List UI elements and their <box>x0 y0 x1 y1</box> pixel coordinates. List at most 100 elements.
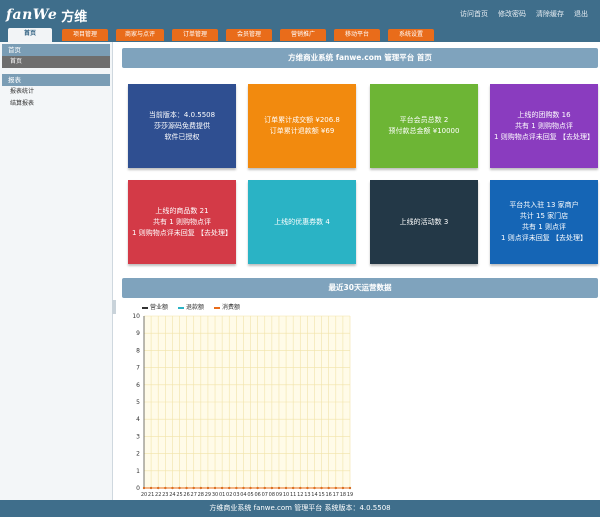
nav-home[interactable]: 首页 <box>8 28 52 42</box>
card-goods-text: 上线的商品数 21 共有 1 则购物点评 1 则购物点评未回复 【去处理】 <box>128 206 236 239</box>
series-point <box>320 486 323 490</box>
sidebar: 首页 首页 报表 报表统计 结算报表 <box>0 42 113 500</box>
sidebar-item-report-stats[interactable]: 报表统计 <box>2 86 110 98</box>
x-tick-label: 07 <box>262 492 268 498</box>
series-point <box>206 486 210 490</box>
x-tick-label: 06 <box>254 492 260 498</box>
y-tick-label: 5 <box>136 399 140 406</box>
sidebar-section-reports[interactable]: 报表 <box>2 74 110 86</box>
series-point <box>341 486 344 490</box>
series-point <box>171 486 174 490</box>
page-title: 方维商业系统 fanwe.com 管理平台 首页 <box>122 48 598 68</box>
sidebar-item-home[interactable]: 首页 <box>2 56 110 68</box>
series-point <box>256 486 259 490</box>
series-point <box>192 486 195 490</box>
series-point <box>334 486 337 490</box>
top-bar: fanWe 方维 访问首页 修改密码 清除缓存 退出 首页 项目管理 商家与点评… <box>0 0 600 42</box>
y-tick-label: 1 <box>136 468 140 475</box>
legend-item-revenue[interactable]: 营业额 <box>142 302 168 311</box>
nav-orders[interactable]: 订单管理 <box>172 29 218 41</box>
x-tick-label: 10 <box>283 492 289 498</box>
link-clear-cache[interactable]: 清除缓存 <box>536 9 564 19</box>
card-line: 当前版本：4.0.5508 <box>148 110 216 119</box>
main-content: 方维商业系统 fanwe.com 管理平台 首页 当前版本：4.0.5508 莎莎… <box>116 42 600 500</box>
x-tick-label: 08 <box>269 492 275 498</box>
x-tick-label: 28 <box>198 492 204 498</box>
card-goods[interactable]: 上线的商品数 21 共有 1 则购物点评 1 则购物点评未回复 【去处理】 <box>128 180 236 264</box>
x-tick-label: 25 <box>176 492 182 498</box>
link-change-password[interactable]: 修改密码 <box>498 9 526 19</box>
card-line: 软件已授权 <box>164 132 200 141</box>
card-members-text: 平台会员总数 2 预付款总金额 ¥10000 <box>385 115 464 137</box>
x-tick-label: 03 <box>233 492 239 498</box>
x-tick-label: 24 <box>169 492 175 498</box>
nav-merchants[interactable]: 商家与点评 <box>116 29 164 41</box>
legend-label-refund: 退款额 <box>186 304 205 311</box>
series-point <box>277 486 281 490</box>
logo: fanWe 方维 <box>6 6 87 25</box>
series-point <box>235 486 238 490</box>
card-line: 预付款总金额 ¥10000 <box>388 127 460 135</box>
x-tick-label: 21 <box>148 492 154 498</box>
x-tick-label: 29 <box>205 492 211 498</box>
footer: 方维商业系统 fanwe.com 管理平台 系统版本：4.0.5508 <box>0 500 600 517</box>
x-tick-label: 09 <box>276 492 282 498</box>
series-point <box>242 486 245 490</box>
card-line: 上线的团购数 16 <box>517 110 571 119</box>
legend-swatch-revenue <box>142 306 148 309</box>
nav-marketing[interactable]: 营销推广 <box>280 29 326 41</box>
card-groupbuy[interactable]: 上线的团购数 16 共有 1 则购物点评 1 则购物点评未回复 【去处理】 <box>490 84 598 168</box>
card-line: 上线的商品数 21 <box>155 206 209 215</box>
link-logout[interactable]: 退出 <box>574 9 588 19</box>
card-line: 订单累计退款额 ¥69 <box>269 127 335 135</box>
x-tick-label: 04 <box>240 492 246 498</box>
legend-item-spend[interactable]: 消费额 <box>214 302 240 311</box>
series-point <box>150 486 153 490</box>
series-point <box>327 486 330 490</box>
series-point <box>249 486 252 490</box>
card-coupons-text: 上线的优惠券数 4 <box>270 217 334 228</box>
y-tick-label: 0 <box>136 485 140 492</box>
card-version-text: 当前版本：4.0.5508 莎莎源码免费提供 软件已授权 <box>145 110 219 143</box>
nav-projects[interactable]: 项目管理 <box>62 29 108 41</box>
x-tick-label: 20 <box>141 492 147 498</box>
x-tick-label: 13 <box>304 492 310 498</box>
x-tick-label: 22 <box>155 492 161 498</box>
y-tick-label: 6 <box>136 382 140 389</box>
series-point <box>270 486 273 490</box>
chart-legend: 营业额 退款额 消费额 <box>142 302 240 311</box>
x-tick-label: 23 <box>162 492 168 498</box>
x-tick-label: 27 <box>191 492 197 498</box>
series-point <box>178 486 181 490</box>
series-point <box>306 486 309 490</box>
x-tick-label: 14 <box>311 492 317 498</box>
card-merchants[interactable]: 平台共入驻 13 家商户 共计 15 家门店 共有 1 则点评 1 则点评未回复 【去… <box>490 180 598 264</box>
sidebar-section-home[interactable]: 首页 <box>2 44 110 56</box>
series-point <box>157 486 160 490</box>
nav-settings[interactable]: 系统设置 <box>388 29 434 41</box>
series-point <box>348 486 352 490</box>
x-tick-label: 17 <box>333 492 339 498</box>
card-line: 莎莎源码免费提供 <box>153 121 210 130</box>
sidebar-item-settlement-report[interactable]: 结算报表 <box>2 98 110 110</box>
logo-en: fanWe <box>6 7 58 23</box>
legend-item-refund[interactable]: 退款额 <box>178 302 204 311</box>
x-tick-label: 30 <box>212 492 218 498</box>
card-coupons: 上线的优惠券数 4 <box>248 180 356 264</box>
legend-swatch-refund <box>178 306 185 309</box>
top-links: 访问首页 修改密码 清除缓存 退出 <box>460 9 588 19</box>
series-point <box>199 486 202 490</box>
card-line: 共有 1 则购物点评 <box>153 217 211 226</box>
card-version: 当前版本：4.0.5508 莎莎源码免费提供 软件已授权 <box>128 84 236 168</box>
x-tick-label: 26 <box>183 492 189 498</box>
link-visit-home[interactable]: 访问首页 <box>460 9 488 19</box>
x-tick-label: 12 <box>297 492 303 498</box>
nav-members[interactable]: 会员管理 <box>226 29 272 41</box>
y-tick-label: 3 <box>136 433 140 440</box>
card-events-text: 上线的活动数 3 <box>396 217 453 228</box>
x-tick-label: 01 <box>219 492 225 498</box>
card-line: 1 则购物点评未回复 【去处理】 <box>494 132 594 141</box>
nav-mobile[interactable]: 移动平台 <box>334 29 380 41</box>
x-tick-label: 16 <box>326 492 332 498</box>
series-point <box>284 486 288 490</box>
